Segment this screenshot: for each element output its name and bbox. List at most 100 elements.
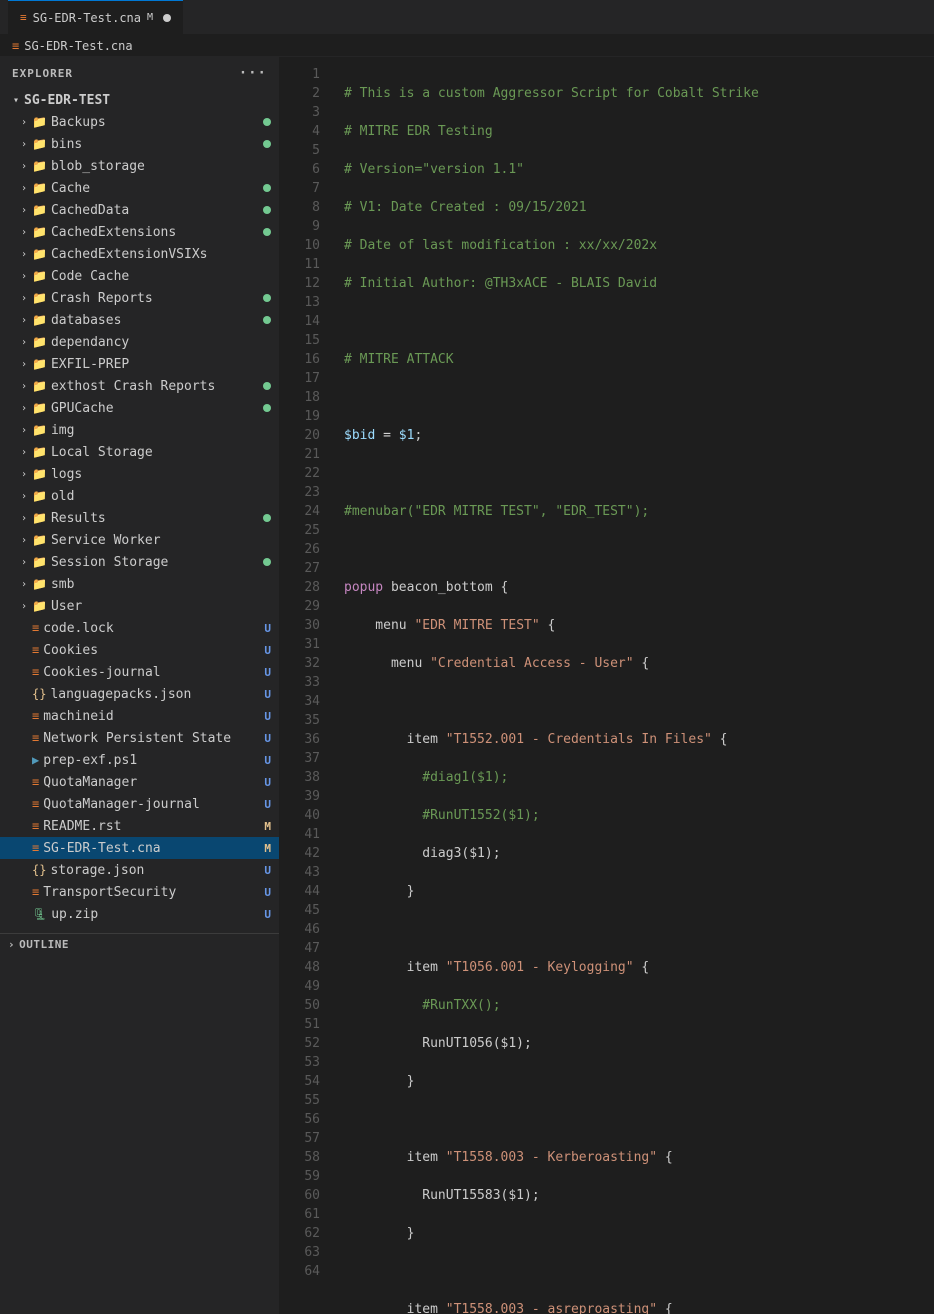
item-name: Cookies-journal xyxy=(43,665,257,680)
sidebar-item-results[interactable]: › 📁 Results xyxy=(0,507,279,529)
folder-arrow: › xyxy=(16,205,32,216)
sidebar: EXPLORER ··· ▾ SG-EDR-TEST › 📁 Backups ›… xyxy=(0,57,280,1314)
folder-arrow: › xyxy=(16,579,32,590)
sidebar-item-languagepacks-json[interactable]: › {} languagepacks.json U xyxy=(0,683,279,705)
file-rst-icon: ≡ xyxy=(32,819,39,833)
code-line-22: } xyxy=(344,882,934,901)
item-name: SG-EDR-Test.cna xyxy=(43,841,257,856)
sidebar-item-storage-json[interactable]: › {} storage.json U xyxy=(0,859,279,881)
sidebar-item-code-lock[interactable]: › ≡ code.lock U xyxy=(0,617,279,639)
sidebar-item-exfil-prep[interactable]: › 📁 EXFIL-PREP xyxy=(0,353,279,375)
editor-content[interactable]: 12345 678910 1112131415 1617181920 21222… xyxy=(280,57,934,1314)
sidebar-item-old[interactable]: › 📁 old xyxy=(0,485,279,507)
sidebar-item-transport-security[interactable]: › ≡ TransportSecurity U xyxy=(0,881,279,903)
sidebar-item-crash-reports[interactable]: › 📁 Crash Reports xyxy=(0,287,279,309)
sidebar-item-databases[interactable]: › 📁 databases xyxy=(0,309,279,331)
status-dot xyxy=(263,184,271,192)
item-badge: U xyxy=(257,864,271,877)
breadcrumb-icon: ≡ xyxy=(12,39,19,53)
sidebar-item-quota-manager-journal[interactable]: › ≡ QuotaManager-journal U xyxy=(0,793,279,815)
item-name: Local Storage xyxy=(51,445,271,460)
sidebar-item-exthost-crash-reports[interactable]: › 📁 exthost Crash Reports xyxy=(0,375,279,397)
item-name: Code Cache xyxy=(51,269,271,284)
line-numbers: 12345 678910 1112131415 1617181920 21222… xyxy=(280,57,328,1314)
item-badge: U xyxy=(257,754,271,767)
item-name: Network Persistent State xyxy=(43,731,257,746)
item-name: machineid xyxy=(43,709,257,724)
sidebar-item-sg-edr-test-cna[interactable]: › ≡ SG-EDR-Test.cna M xyxy=(0,837,279,859)
root-arrow: ▾ xyxy=(8,95,24,106)
sidebar-item-session-storage[interactable]: › 📁 Session Storage xyxy=(0,551,279,573)
folder-icon: 📁 xyxy=(32,269,47,283)
code-line-16: menu "Credential Access - User" { xyxy=(344,654,934,673)
folder-icon: 📁 xyxy=(32,357,47,371)
active-tab[interactable]: ≡ SG-EDR-Test.cna M xyxy=(8,0,183,35)
folder-arrow: › xyxy=(16,513,32,524)
sidebar-item-readme-rst[interactable]: › ≡ README.rst M xyxy=(0,815,279,837)
sidebar-item-local-storage[interactable]: › 📁 Local Storage xyxy=(0,441,279,463)
sidebar-item-cachedextensions[interactable]: › 📁 CachedExtensions xyxy=(0,221,279,243)
item-name: Service Worker xyxy=(51,533,271,548)
folder-icon: 📁 xyxy=(32,203,47,217)
code-line-30: RunUT15583($1); xyxy=(344,1186,934,1205)
folder-icon: 📁 xyxy=(32,247,47,261)
sidebar-item-img[interactable]: › 📁 img xyxy=(0,419,279,441)
code-line-13 xyxy=(344,540,934,559)
sidebar-item-code-cache[interactable]: › 📁 Code Cache xyxy=(0,265,279,287)
code-line-23 xyxy=(344,920,934,939)
sidebar-item-service-worker[interactable]: › 📁 Service Worker xyxy=(0,529,279,551)
folder-icon: 📁 xyxy=(32,533,47,547)
sidebar-item-prep-exf-ps1[interactable]: › ▶ prep-exf.ps1 U xyxy=(0,749,279,771)
folder-icon: 📁 xyxy=(32,489,47,503)
folder-arrow: › xyxy=(16,249,32,260)
sidebar-item-gpucache[interactable]: › 📁 GPUCache xyxy=(0,397,279,419)
folder-arrow: › xyxy=(16,469,32,480)
sidebar-item-cacheddata[interactable]: › 📁 CachedData xyxy=(0,199,279,221)
code-line-26: RunUT1056($1); xyxy=(344,1034,934,1053)
sidebar-item-blob-storage[interactable]: › 📁 blob_storage xyxy=(0,155,279,177)
code-line-9 xyxy=(344,388,934,407)
tab-filename: SG-EDR-Test.cna xyxy=(33,11,141,25)
sidebar-item-cache[interactable]: › 📁 Cache xyxy=(0,177,279,199)
item-name: storage.json xyxy=(50,863,257,878)
root-folder[interactable]: ▾ SG-EDR-TEST xyxy=(0,89,279,111)
item-name: CachedExtensionVSIXs xyxy=(51,247,271,262)
sidebar-item-cookies[interactable]: › ≡ Cookies U xyxy=(0,639,279,661)
code-line-2: # MITRE EDR Testing xyxy=(344,122,934,141)
sidebar-item-network-persistent-state[interactable]: › ≡ Network Persistent State U xyxy=(0,727,279,749)
folder-arrow: › xyxy=(16,601,32,612)
code-line-28 xyxy=(344,1110,934,1129)
file-cna-icon: ≡ xyxy=(32,797,39,811)
code-line-17 xyxy=(344,692,934,711)
folder-arrow: › xyxy=(16,227,32,238)
sidebar-item-user[interactable]: › 📁 User xyxy=(0,595,279,617)
sidebar-item-cachedextensionvsixs[interactable]: › 📁 CachedExtensionVSIXs xyxy=(0,243,279,265)
code-content[interactable]: # This is a custom Aggressor Script for … xyxy=(328,57,934,1314)
code-line-27: } xyxy=(344,1072,934,1091)
sidebar-item-up-zip[interactable]: › 🗜 up.zip U xyxy=(0,903,279,925)
tab-unsaved-dot xyxy=(163,14,171,22)
sidebar-item-smb[interactable]: › 📁 smb xyxy=(0,573,279,595)
sidebar-item-dependancy[interactable]: › 📁 dependancy xyxy=(0,331,279,353)
breadcrumb-bar: ≡ SG-EDR-Test.cna xyxy=(0,35,934,57)
item-name: Results xyxy=(51,511,259,526)
item-name: QuotaManager xyxy=(43,775,257,790)
status-dot xyxy=(263,514,271,522)
sidebar-item-cookies-journal[interactable]: › ≡ Cookies-journal U xyxy=(0,661,279,683)
folder-icon: 📁 xyxy=(32,335,47,349)
folder-icon: 📁 xyxy=(32,511,47,525)
sidebar-item-logs[interactable]: › 📁 logs xyxy=(0,463,279,485)
folder-arrow: › xyxy=(16,557,32,568)
file-cna-icon: ≡ xyxy=(32,709,39,723)
status-dot xyxy=(263,294,271,302)
more-icon[interactable]: ··· xyxy=(239,65,267,81)
item-badge: U xyxy=(257,688,271,701)
sidebar-item-backups[interactable]: › 📁 Backups xyxy=(0,111,279,133)
sidebar-item-quota-manager[interactable]: › ≡ QuotaManager U xyxy=(0,771,279,793)
sidebar-item-bins[interactable]: › 📁 bins xyxy=(0,133,279,155)
outline-section-header[interactable]: › OUTLINE xyxy=(0,933,279,955)
item-name: dependancy xyxy=(51,335,271,350)
code-line-10: $bid = $1; xyxy=(344,426,934,445)
sidebar-item-machineid[interactable]: › ≡ machineid U xyxy=(0,705,279,727)
item-name: GPUCache xyxy=(51,401,259,416)
